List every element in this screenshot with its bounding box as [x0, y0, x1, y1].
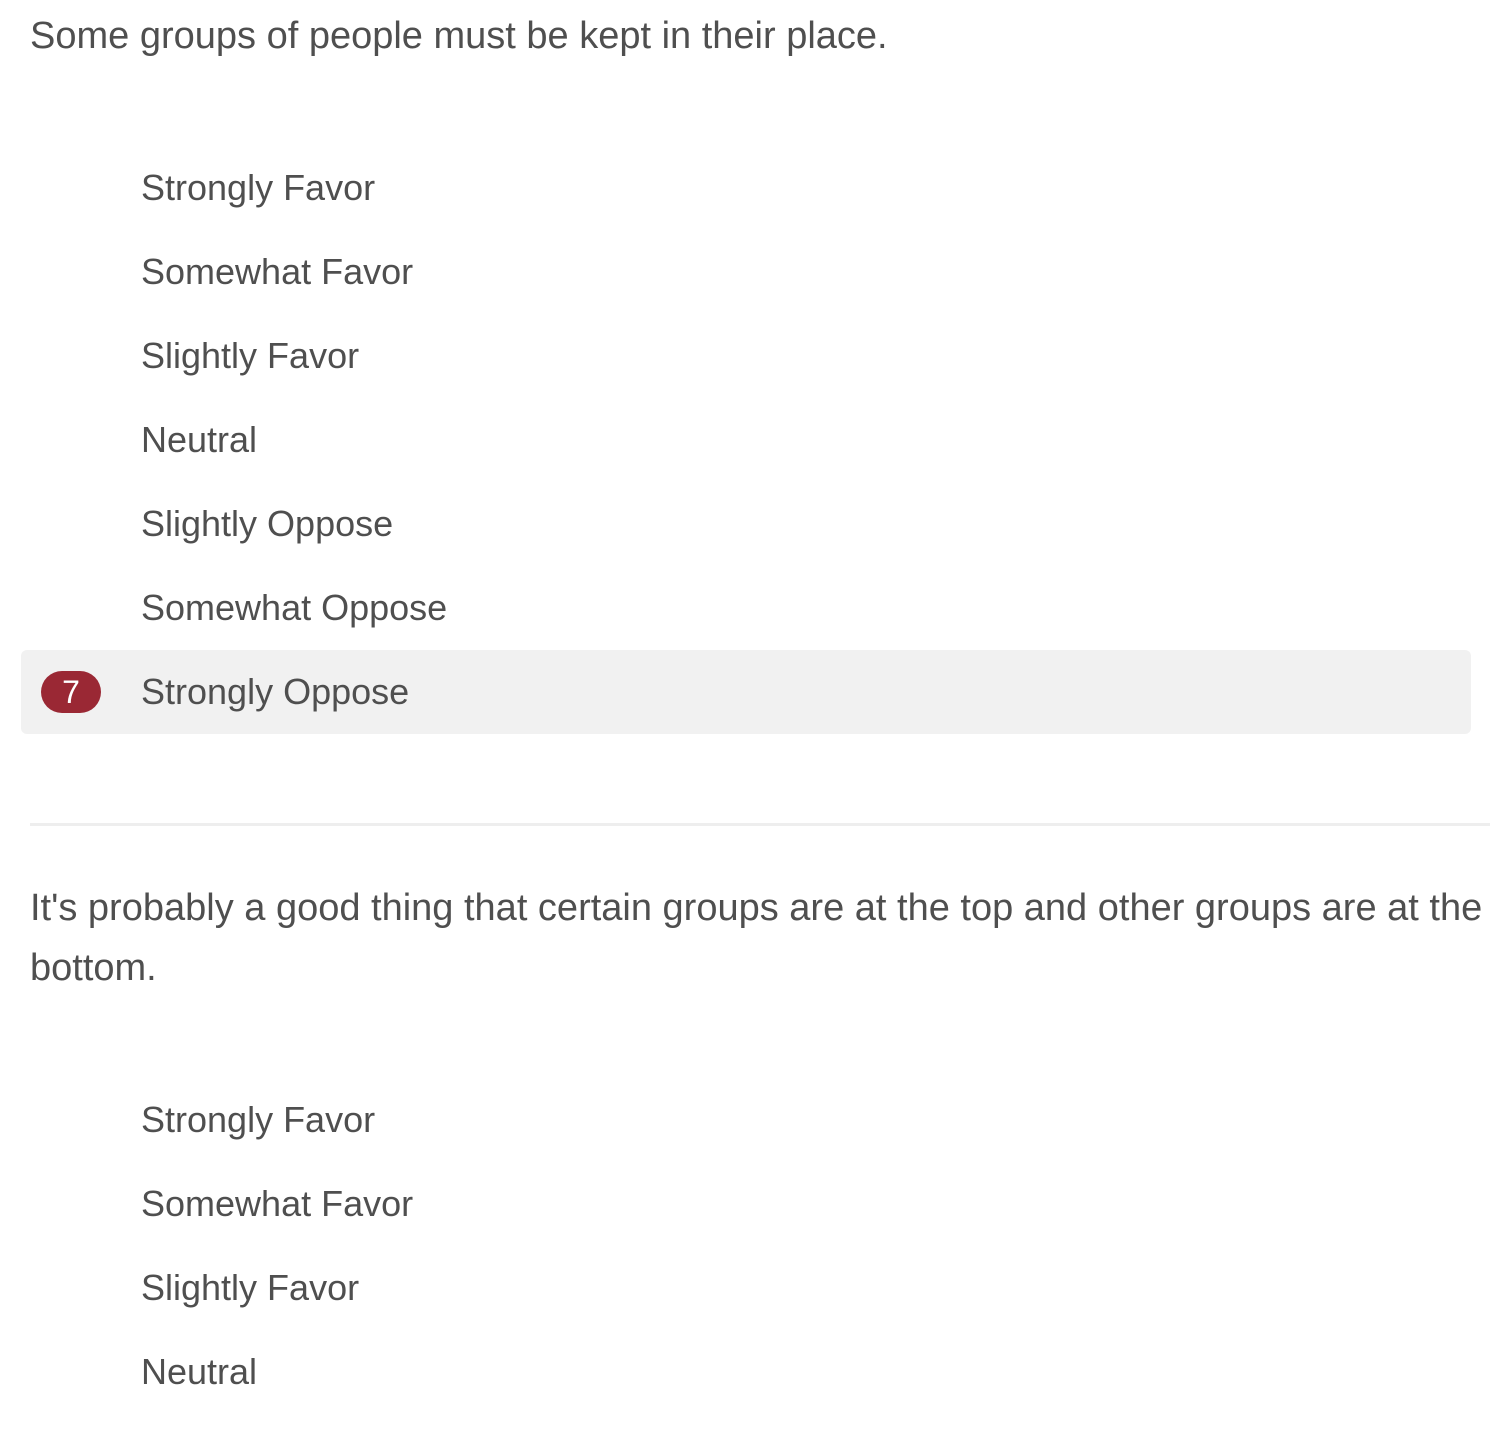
question-2: It's probably a good thing that certain … — [30, 878, 1490, 998]
option-label: Slightly Favor — [141, 335, 360, 376]
q1-option-somewhat-favor[interactable]: Somewhat Favor — [21, 230, 1471, 314]
option-label: Slightly Favor — [141, 1267, 360, 1308]
selected-rank-badge: 7 — [41, 671, 101, 713]
option-label: Somewhat Favor — [141, 1183, 414, 1224]
question-divider — [30, 823, 1490, 826]
q1-option-strongly-oppose[interactable]: 7 Strongly Oppose — [21, 650, 1471, 734]
option-label: Slightly Oppose — [141, 503, 394, 544]
q2-option-somewhat-favor[interactable]: Somewhat Favor — [21, 1162, 1471, 1246]
option-label: Somewhat Favor — [141, 251, 414, 292]
q1-option-slightly-favor[interactable]: Slightly Favor — [21, 314, 1471, 398]
q1-option-slightly-oppose[interactable]: Slightly Oppose — [21, 482, 1471, 566]
q2-option-strongly-favor[interactable]: Strongly Favor — [21, 1078, 1471, 1162]
option-label: Strongly Favor — [141, 167, 376, 208]
question-1-text: Some groups of people must be kept in th… — [30, 15, 888, 57]
question-2-text: It's probably a good thing that certain … — [30, 887, 1483, 989]
question-2-choices: Strongly Favor Somewhat Favor Slightly F… — [21, 1078, 1471, 1414]
option-label: Neutral — [141, 1351, 258, 1392]
question-1-choices: Strongly Favor Somewhat Favor Slightly F… — [21, 146, 1471, 734]
option-label: Strongly Favor — [141, 1099, 376, 1140]
option-label: Neutral — [141, 419, 258, 460]
q1-option-somewhat-oppose[interactable]: Somewhat Oppose — [21, 566, 1471, 650]
question-1: Some groups of people must be kept in th… — [30, 6, 1490, 66]
option-label: Strongly Oppose — [141, 671, 410, 712]
q2-option-slightly-favor[interactable]: Slightly Favor — [21, 1246, 1471, 1330]
q1-option-strongly-favor[interactable]: Strongly Favor — [21, 146, 1471, 230]
option-label: Somewhat Oppose — [141, 587, 448, 628]
q2-option-neutral[interactable]: Neutral — [21, 1330, 1471, 1414]
q1-option-neutral[interactable]: Neutral — [21, 398, 1471, 482]
